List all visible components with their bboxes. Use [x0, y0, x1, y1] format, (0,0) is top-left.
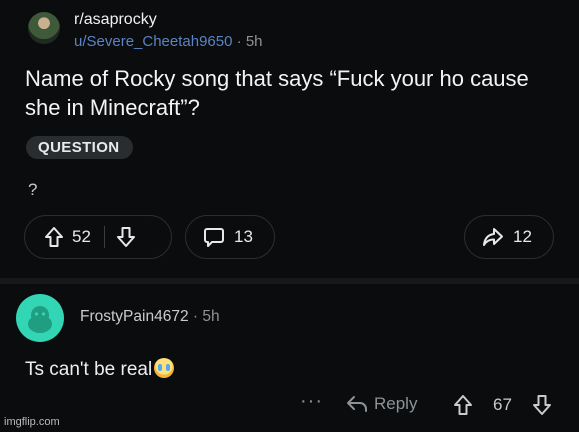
imgflip-watermark: imgflip.com — [4, 416, 60, 428]
vote-divider — [103, 226, 106, 248]
reply-button[interactable]: Reply — [346, 394, 417, 414]
post-body: ? — [28, 180, 38, 199]
comment-author[interactable]: FrostyPain4672 — [80, 308, 189, 325]
comment-actions: ··· Reply 67 — [0, 390, 579, 420]
comment-meta: FrostyPain4672 · 5h — [80, 308, 220, 326]
upvote-icon[interactable] — [44, 226, 64, 248]
share-button[interactable]: 12 — [464, 215, 554, 259]
comment-downvote-icon[interactable] — [532, 394, 552, 416]
post-card: r/asaprocky u/Severe_Cheetah9650 · 5h Na… — [0, 0, 579, 278]
more-options-icon[interactable]: ··· — [300, 390, 323, 413]
comment-card: FrostyPain4672 · 5h Ts can't be real ···… — [0, 284, 579, 432]
post-author[interactable]: u/Severe_Cheetah9650 — [74, 33, 232, 50]
downvote-icon[interactable] — [116, 226, 136, 248]
commenter-avatar[interactable] — [16, 294, 64, 342]
post-meta: u/Severe_Cheetah9650 · 5h — [74, 33, 263, 50]
post-age: 5h — [245, 33, 263, 50]
comment-meta-separator: · — [192, 308, 199, 325]
subreddit-avatar[interactable] — [28, 12, 60, 44]
comment-text-row: Ts can't be real — [25, 358, 175, 381]
comments-button[interactable]: 13 — [185, 215, 275, 259]
post-flair[interactable]: QUESTION — [26, 136, 133, 159]
comment-age: 5h — [202, 308, 220, 325]
comment-text: Ts can't be real — [25, 359, 153, 380]
reply-arrow-icon — [346, 395, 368, 413]
comment-bubble-icon — [203, 226, 225, 248]
subreddit-name[interactable]: r/asaprocky — [74, 11, 157, 29]
comment-count: 13 — [234, 227, 253, 246]
snoo-avatar-icon — [28, 306, 52, 333]
reply-label: Reply — [374, 394, 418, 413]
meta-separator: · — [236, 33, 242, 50]
post-title[interactable]: Name of Rocky song that says “Fuck your … — [25, 64, 555, 122]
comment-score: 67 — [493, 395, 512, 414]
comment-upvote-icon[interactable] — [453, 394, 473, 416]
vote-pill: 52 — [24, 215, 172, 259]
upvote-count: 52 — [72, 227, 91, 246]
share-arrow-icon — [482, 227, 504, 247]
share-count: 12 — [513, 227, 532, 246]
crying-laughing-emoji-icon — [154, 358, 175, 378]
